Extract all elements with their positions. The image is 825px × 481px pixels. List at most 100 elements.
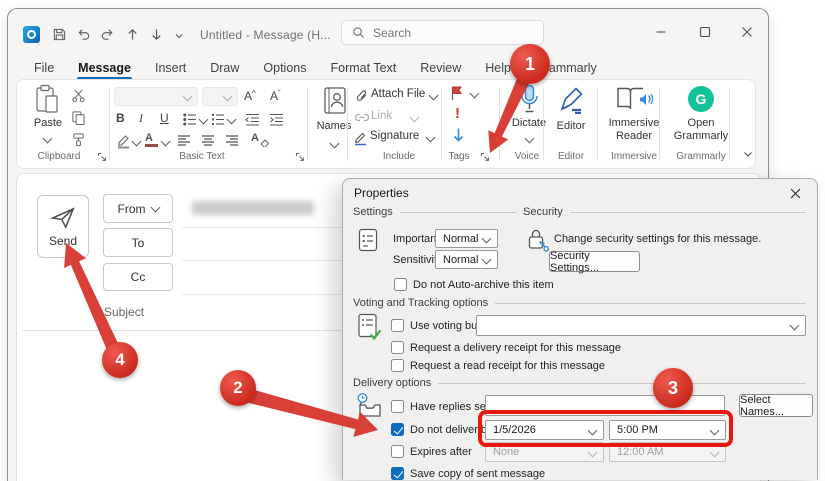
bullets-chevron-icon[interactable] (199, 115, 209, 125)
grammarly-group-label: Grammarly (669, 151, 733, 162)
deliver-time-select[interactable]: 5:00 PM (609, 420, 726, 440)
low-importance-icon[interactable] (451, 127, 466, 144)
editor-group-label: Editor (549, 151, 593, 162)
paste-button[interactable]: Paste (27, 84, 69, 146)
send-plane-icon (50, 206, 76, 230)
deliver-date-select[interactable]: 1/5/2026 (485, 420, 604, 440)
to-button[interactable]: To (103, 228, 173, 257)
shrink-font-icon[interactable]: Aˇ (270, 89, 281, 103)
save-icon[interactable] (52, 27, 67, 42)
format-painter-icon[interactable] (71, 132, 86, 147)
follow-up-flag-icon[interactable] (449, 85, 464, 101)
close-button[interactable] (741, 26, 753, 38)
attach-file-button[interactable]: Attach File (371, 88, 425, 100)
use-voting-checkbox[interactable] (391, 319, 404, 332)
link-icon (355, 111, 369, 124)
decrease-indent-icon[interactable] (245, 113, 260, 126)
from-chevron-icon (150, 202, 160, 212)
font-size-select[interactable] (202, 87, 238, 106)
properties-dialog: Properties Settings Security Importance … (342, 178, 818, 480)
read-receipt-checkbox[interactable] (391, 359, 404, 372)
select-names-button[interactable]: Select Names... (739, 394, 813, 417)
paste-clipboard-icon (34, 84, 61, 115)
tab-format-text[interactable]: Format Text (319, 55, 409, 80)
highlight-chevron-icon[interactable] (132, 137, 142, 147)
tab-file[interactable]: File (22, 55, 66, 80)
signature-chevron-icon[interactable] (426, 133, 436, 143)
window-title: Untitled - Message (H... (200, 28, 331, 42)
autoarchive-checkbox[interactable] (394, 278, 407, 291)
cut-icon[interactable] (71, 88, 86, 103)
clear-formatting-icon[interactable]: A (251, 132, 259, 144)
align-center-icon[interactable] (201, 135, 215, 146)
delivery-receipt-checkbox[interactable] (391, 341, 404, 354)
include-group-label: Include (359, 151, 439, 162)
microphone-icon (520, 84, 539, 115)
tab-options[interactable]: Options (251, 55, 318, 80)
font-color-chevron-icon[interactable] (161, 137, 171, 147)
tab-message[interactable]: Message (66, 55, 143, 80)
attach-file-icon (355, 89, 368, 104)
move-down-icon[interactable] (149, 27, 164, 42)
text-highlight-icon[interactable] (116, 133, 131, 149)
basic-text-dialog-launcher-icon[interactable] (295, 152, 305, 162)
voting-icon (357, 313, 383, 341)
sensitivity-select[interactable]: Normal (435, 250, 498, 269)
italic-icon[interactable]: I (139, 111, 143, 126)
immersive-reader-button[interactable]: Immersive Reader (603, 84, 665, 146)
security-description: Change security settings for this messag… (554, 233, 761, 245)
font-color-icon[interactable]: A (145, 132, 158, 147)
move-up-icon[interactable] (125, 27, 140, 42)
search-input[interactable]: Search (341, 20, 544, 45)
dialog-close-icon[interactable] (789, 187, 802, 200)
grow-font-icon[interactable]: A^ (244, 89, 256, 103)
to-field-underline (182, 260, 354, 261)
save-copy-checkbox[interactable] (391, 467, 404, 480)
open-grammarly-label: Open Grammarly (667, 117, 735, 143)
expires-checkbox[interactable] (391, 445, 404, 458)
redo-icon[interactable] (100, 27, 115, 42)
undo-icon[interactable] (76, 27, 91, 42)
font-name-select[interactable] (114, 87, 198, 106)
flag-chevron-icon[interactable] (470, 89, 480, 99)
voting-buttons-select[interactable] (476, 315, 806, 336)
tab-draw[interactable]: Draw (198, 55, 251, 80)
qat-customize-chevron-icon[interactable] (174, 32, 184, 40)
open-grammarly-button[interactable]: G Open Grammarly (667, 84, 735, 146)
align-right-icon[interactable] (225, 135, 239, 146)
increase-indent-icon[interactable] (269, 113, 284, 126)
clipboard-dialog-launcher-icon[interactable] (97, 152, 107, 162)
do-not-deliver-checkbox[interactable] (391, 423, 404, 436)
editor-button[interactable]: Editor (549, 84, 593, 146)
underline-icon[interactable]: U (160, 111, 169, 125)
security-settings-button[interactable]: Security Settings... (549, 251, 640, 272)
bold-icon[interactable]: B (116, 111, 125, 125)
link-chevron-icon (410, 113, 420, 123)
tags-dialog-launcher-icon[interactable] (480, 152, 490, 162)
numbering-chevron-icon[interactable] (227, 115, 237, 125)
annotation-step-2: 2 (220, 370, 256, 406)
save-copy-label: Save copy of sent message (410, 468, 545, 480)
bullets-icon[interactable] (183, 113, 197, 126)
maximize-button[interactable] (699, 26, 711, 38)
have-replies-checkbox[interactable] (391, 400, 404, 413)
expires-time-select: 12:00 AM (609, 442, 726, 462)
send-button[interactable]: Send (37, 195, 89, 258)
signature-button[interactable]: Signature (370, 130, 419, 142)
align-left-icon[interactable] (177, 135, 191, 146)
tab-insert[interactable]: Insert (143, 55, 198, 80)
numbering-icon[interactable] (211, 113, 225, 126)
cc-button[interactable]: Cc (103, 263, 173, 291)
from-button[interactable]: From (103, 194, 173, 223)
dictate-button[interactable]: Dictate (505, 83, 553, 147)
names-button[interactable]: Names (313, 84, 355, 164)
collapse-ribbon-chevron-icon[interactable] (742, 150, 754, 159)
message-body[interactable] (22, 331, 354, 481)
importance-select[interactable]: Normal (435, 229, 498, 248)
minimize-button[interactable] (655, 26, 667, 38)
copy-icon[interactable] (71, 110, 86, 125)
tab-review[interactable]: Review (408, 55, 473, 80)
high-importance-icon[interactable]: ! (455, 105, 460, 122)
attach-file-chevron-icon[interactable] (429, 91, 439, 101)
redacted-from-address (192, 201, 314, 215)
